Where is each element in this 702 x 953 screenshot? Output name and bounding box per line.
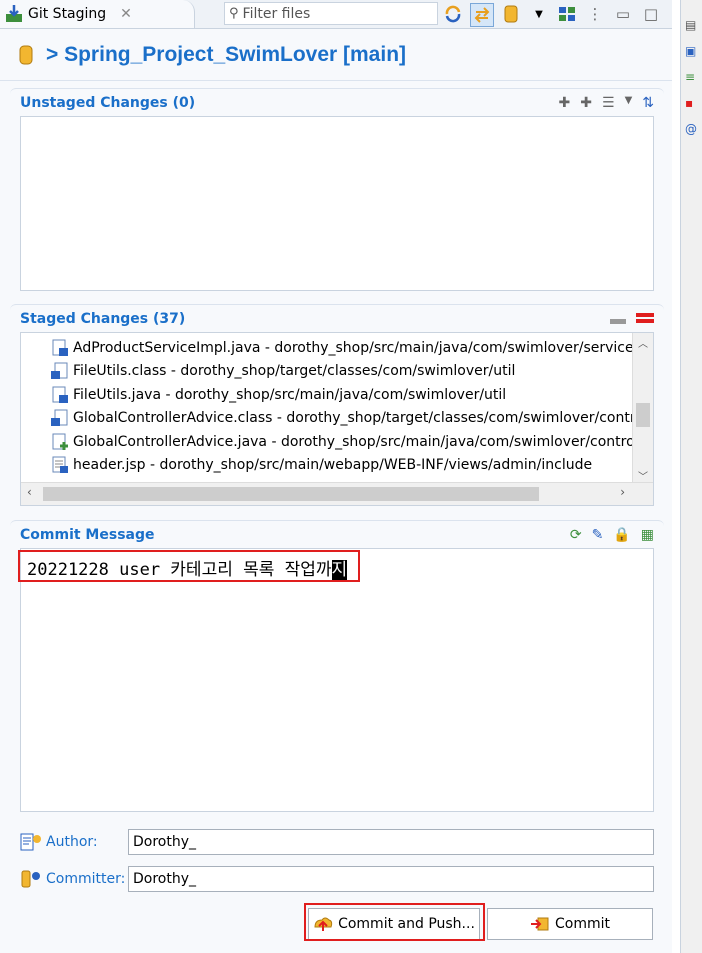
scroll-up-icon[interactable]: ︿ (638, 335, 648, 350)
commit-and-push-button[interactable]: Commit and Push... (308, 908, 480, 940)
sign-off-icon[interactable]: ▦ (641, 527, 654, 543)
author-value: Dorothy_ (133, 834, 197, 850)
horizontal-scrollbar[interactable]: ‹ › (21, 482, 653, 505)
outline-icon[interactable]: ≡ (685, 70, 695, 84)
commit-message-text: 20221228 user 카테고리 목록 작업까지 (27, 555, 348, 580)
chevron-down-icon[interactable]: ▼ (625, 95, 633, 111)
jsp-file-icon (51, 456, 69, 474)
lock-icon[interactable]: 🔒 (613, 527, 630, 543)
author-field[interactable]: Dorothy_ (128, 829, 654, 855)
staged-file-list[interactable]: AdProductServiceImpl.java - dorothy_shop… (20, 332, 654, 506)
committer-row: Committer: (20, 869, 125, 889)
class-file-icon (51, 362, 69, 380)
list-item[interactable]: header.jsp - dorothy_shop/src/main/webap… (21, 454, 633, 478)
scroll-thumb[interactable] (43, 487, 539, 501)
chevron-down-icon[interactable]: ▼ (528, 3, 550, 25)
list-item[interactable]: AdProductServiceImpl.java - dorothy_shop… (21, 336, 633, 360)
commit-message-value: 20221228 user 카테고리 목록 작업까 (27, 560, 332, 580)
maximize-icon[interactable]: □ (640, 3, 662, 25)
tab-label: Git Staging (28, 6, 107, 22)
committer-label: Committer: (46, 871, 126, 887)
committer-value: Dorothy_ (133, 871, 197, 887)
view-tab-bar: Git Staging ✕ ⚲ Filter files ▼ ⋮ ▭ □ (0, 0, 672, 29)
search-icon: ⚲ (229, 6, 239, 21)
author-icon (20, 833, 41, 851)
console-icon[interactable]: ▣ (685, 44, 696, 58)
repository-title: > Spring_Project_SwimLover [main] (46, 42, 407, 66)
commit-button[interactable]: Commit (487, 908, 653, 940)
list-item[interactable]: FileUtils.class - dorothy_shop/target/cl… (21, 360, 633, 384)
stage-all-icon[interactable]: ✚ (580, 95, 592, 111)
file-label: FileUtils.java - dorothy_shop/src/main/j… (73, 386, 507, 403)
commit-label: Commit (555, 916, 610, 932)
staged-file-rows: AdProductServiceImpl.java - dorothy_shop… (21, 333, 633, 477)
sort-icon[interactable]: ⇅ (642, 95, 654, 111)
file-label: header.jsp - dorothy_shop/src/main/webap… (73, 457, 593, 474)
repository-header: > Spring_Project_SwimLover [main] (0, 29, 672, 81)
edit-icon[interactable]: ✎ (592, 527, 604, 543)
unstaged-title: Unstaged Changes (0) (20, 94, 196, 111)
filter-placeholder: Filter files (242, 5, 311, 22)
vertical-scrollbar[interactable]: ︿ ﹀ (632, 333, 653, 485)
javadoc-icon[interactable]: @ (685, 122, 697, 136)
list-item[interactable]: GlobalControllerAdvice.java - dorothy_sh… (21, 430, 633, 454)
java-file-added-icon (51, 433, 69, 451)
scroll-down-icon[interactable]: ﹀ (638, 468, 648, 483)
unstaged-section: Unstaged Changes (0) ✚ ✚ ☰ ▼ ⇅ (10, 88, 664, 291)
file-label: AdProductServiceImpl.java - dorothy_shop… (73, 339, 633, 356)
close-icon[interactable]: ✕ (120, 6, 132, 22)
text-cursor: 지 (331, 560, 348, 580)
file-label: GlobalControllerAdvice.java - dorothy_sh… (73, 433, 633, 450)
unstage-icon[interactable] (610, 319, 626, 324)
git-staging-icon (6, 5, 22, 22)
view-menu-icon[interactable]: ⋮ (584, 3, 606, 25)
scroll-right-icon[interactable]: › (620, 485, 625, 499)
minimize-icon[interactable]: ▭ (612, 3, 634, 25)
commit-icon (531, 917, 549, 931)
tab-git-staging[interactable]: Git Staging ✕ (0, 0, 195, 28)
file-label: GlobalControllerAdvice.class - dorothy_s… (73, 410, 633, 427)
push-icon (314, 917, 333, 931)
author-row: Author: (20, 832, 98, 852)
amend-icon[interactable]: ⟳ (570, 527, 582, 543)
scroll-left-icon[interactable]: ‹ (27, 485, 32, 499)
problems-icon[interactable]: ▪ (685, 96, 693, 110)
stage-icon[interactable]: ✚ (559, 95, 571, 111)
staged-title: Staged Changes (37) (20, 310, 186, 327)
committer-field[interactable]: Dorothy_ (128, 866, 654, 892)
commit-title: Commit Message (20, 526, 155, 543)
link-selection-icon[interactable] (470, 3, 494, 27)
refresh-icon[interactable] (442, 3, 464, 25)
commit-and-push-label: Commit and Push... (338, 916, 475, 932)
commit-message-input[interactable]: 20221228 user 카테고리 목록 작업까지 (20, 548, 654, 812)
unstage-all-icon[interactable] (636, 313, 654, 323)
presentation-icon[interactable] (556, 3, 578, 25)
list-view-icon[interactable]: ☰ (602, 95, 615, 111)
committer-icon (21, 870, 40, 888)
class-file-icon (51, 409, 69, 427)
list-item[interactable]: GlobalControllerAdvice.class - dorothy_s… (21, 407, 633, 431)
file-label: FileUtils.class - dorothy_shop/target/cl… (73, 363, 516, 380)
java-file-icon (51, 386, 69, 404)
repository-icon[interactable] (500, 3, 522, 25)
unstaged-file-list[interactable] (20, 116, 654, 291)
git-staging-view: Git Staging ✕ ⚲ Filter files ▼ ⋮ ▭ □ > S… (0, 0, 672, 953)
commit-section: Commit Message ⟳ ✎ 🔒 ▦ 20221228 user 카테고… (10, 520, 664, 812)
staged-section: Staged Changes (37) AdProductServiceImpl… (10, 304, 664, 506)
java-file-icon (51, 339, 69, 357)
list-item[interactable]: FileUtils.java - dorothy_shop/src/main/j… (21, 383, 633, 407)
view-icon[interactable]: ▤ (685, 18, 696, 32)
repository-icon (19, 45, 33, 64)
author-label: Author: (46, 834, 98, 850)
filter-files-input[interactable]: ⚲ Filter files (224, 2, 438, 25)
scroll-thumb[interactable] (636, 403, 650, 427)
right-toolbar: ▤ ▣ ≡ ▪ @ (680, 0, 702, 953)
